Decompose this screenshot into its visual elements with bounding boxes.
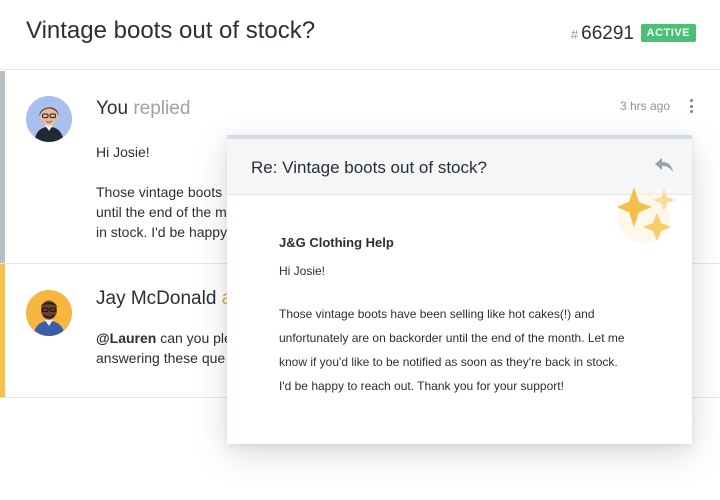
message-accent-bar [0,264,5,397]
ticket-title: Vintage boots out of stock? [26,17,316,44]
avatar[interactable] [26,290,72,336]
author-name: Jay McDonald [96,288,217,309]
email-greeting: Hi Josie! [279,264,326,278]
email-preview-card: Re: Vintage boots out of stock? J&G Clot… [227,135,692,444]
reply-icon[interactable] [654,156,674,174]
message-text: can you ple [156,330,232,346]
status-badge: ACTIVE [640,24,696,42]
message-greeting: Hi Josie! [96,144,150,160]
email-preview-body: J&G Clothing Help Hi Josie! Those vintag… [279,235,649,398]
ticket-number-value: 66291 [581,23,634,44]
author-name: You [96,98,129,119]
message-accent-bar [0,71,5,263]
email-line: know if you'd like to be notified as soo… [279,355,618,369]
message-action: replied [133,98,191,119]
email-brand-name: J&G Clothing Help [279,235,394,250]
more-options-icon[interactable] [686,97,696,115]
email-line: unfortunately are on backorder until the… [279,331,625,345]
ticket-number: #66291 [571,23,634,45]
email-subject: Re: Vintage boots out of stock? [251,158,487,177]
avatar[interactable] [26,96,72,142]
message-timestamp: 3 hrs ago [619,99,670,113]
email-line: I'd be happy to reach out. Thank you for… [279,379,564,393]
ticket-hash: # [570,27,579,42]
message-author: You replied [96,98,190,120]
message-author: Jay McDonald a [96,288,232,310]
ticket-header: Vintage boots out of stock? #66291 ACTIV… [0,0,720,70]
email-line: Those vintage boots have been selling li… [279,307,595,321]
mention-link[interactable]: @Lauren [96,330,156,346]
